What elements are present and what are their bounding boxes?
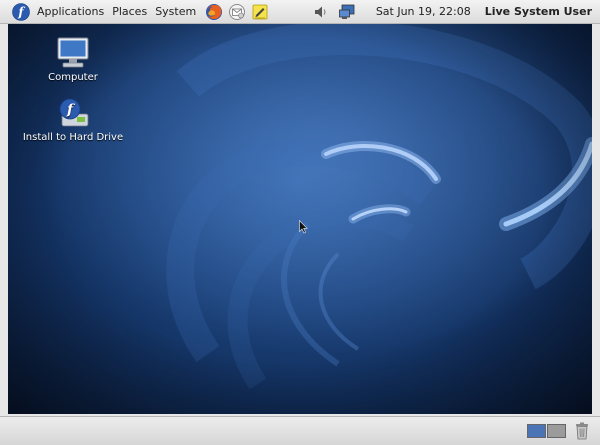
menu-system[interactable]: System	[151, 0, 200, 24]
clock[interactable]: Sat Jun 19, 22:08	[376, 5, 471, 18]
trash-icon[interactable]	[575, 422, 589, 440]
workspace-2[interactable]	[547, 424, 566, 438]
panel-left: f Applications Places System	[0, 0, 269, 23]
desktop-icon-label: Computer	[48, 72, 98, 83]
notes-icon[interactable]	[251, 3, 269, 21]
desktop-icon-computer[interactable]: Computer	[18, 36, 128, 83]
top-panel: f Applications Places System Sat Jun 19,…	[0, 0, 600, 24]
menu-applications[interactable]: Applications	[33, 0, 108, 24]
network-icon[interactable]	[338, 3, 356, 21]
desktop[interactable]: Computer f Install to Hard Drive	[8, 24, 592, 414]
user-menu[interactable]: Live System User	[485, 5, 592, 18]
workspace-1[interactable]	[527, 424, 546, 438]
panel-right: Sat Jun 19, 22:08 Live System User	[312, 0, 600, 23]
firefox-icon[interactable]	[205, 3, 223, 21]
desktop-icon-label: Install to Hard Drive	[22, 132, 124, 143]
menu-places[interactable]: Places	[108, 0, 151, 24]
desktop-icon-install[interactable]: f Install to Hard Drive	[18, 96, 128, 143]
screen: f Applications Places System Sat Jun 19,…	[0, 0, 600, 445]
mouse-cursor-icon	[299, 220, 308, 234]
volume-icon[interactable]	[312, 3, 330, 21]
fedora-logo-icon[interactable]: f	[12, 2, 30, 21]
install-icon: f	[59, 98, 89, 127]
computer-icon	[57, 37, 89, 68]
bottom-panel	[0, 416, 600, 445]
email-icon[interactable]	[228, 3, 246, 21]
